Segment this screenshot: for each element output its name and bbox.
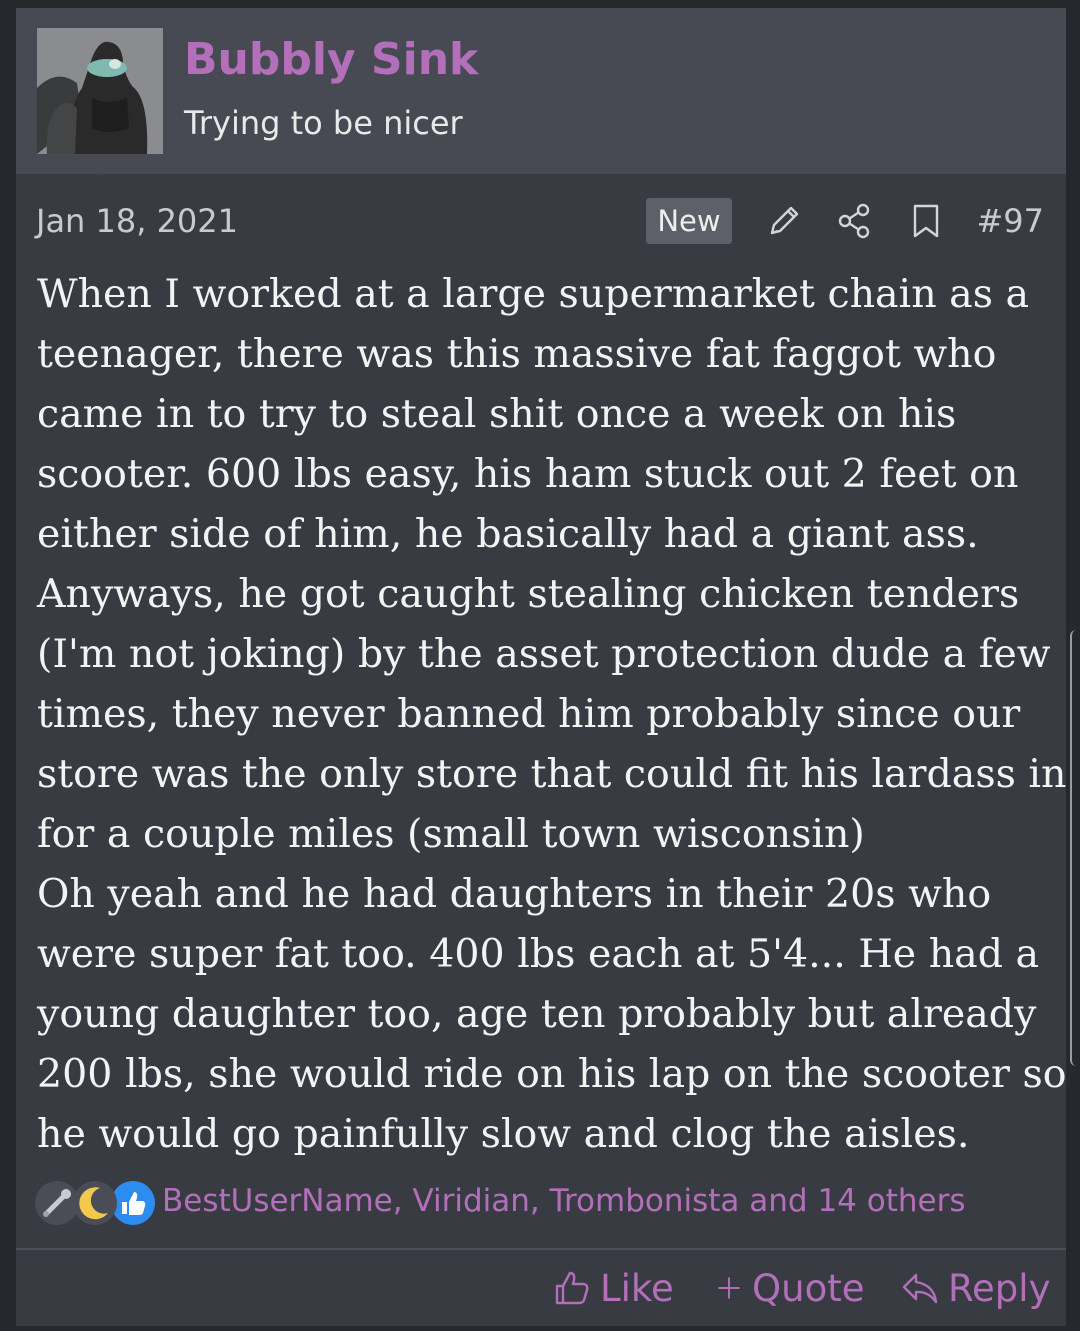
quote-label: Quote bbox=[752, 1266, 865, 1310]
plus-icon bbox=[718, 1277, 740, 1299]
body-line: Oh yeah and he had daughters in their 20… bbox=[37, 871, 992, 917]
post-number[interactable]: #97 bbox=[976, 202, 1044, 240]
reply-icon bbox=[902, 1273, 938, 1304]
body-line: for a couple miles (small town wisconsin… bbox=[37, 811, 865, 857]
scrollbar[interactable] bbox=[1070, 630, 1080, 1066]
like-button[interactable]: Like bbox=[552, 1263, 674, 1313]
quote-button[interactable]: Quote bbox=[714, 1263, 864, 1313]
like-label: Like bbox=[600, 1266, 674, 1310]
reactions-bar[interactable]: BestUserName, Viridian, Trombonista and … bbox=[34, 1178, 1054, 1230]
body-line: Anyways, he got caught stealing chicken … bbox=[37, 571, 1020, 617]
reaction-users[interactable]: BestUserName, Viridian, Trombonista and … bbox=[162, 1183, 966, 1219]
post-body: When I worked at a large supermarket cha… bbox=[37, 264, 1067, 1164]
body-line: young daughter too, age ten probably but… bbox=[37, 991, 1037, 1037]
body-line: came in to try to steal shit once a week… bbox=[37, 391, 957, 437]
body-line: he would go painfully slow and clog the … bbox=[37, 1111, 970, 1157]
new-badge: New bbox=[646, 198, 732, 244]
reply-button[interactable]: Reply bbox=[900, 1263, 1050, 1313]
share-icon[interactable] bbox=[834, 201, 874, 241]
body-line: were super fat too. 400 lbs each at 5'4.… bbox=[37, 931, 1040, 977]
body-line: When I worked at a large supermarket cha… bbox=[37, 271, 1030, 317]
reply-label: Reply bbox=[948, 1266, 1051, 1310]
body-line: teenager, there was this massive fat fag… bbox=[37, 331, 997, 377]
avatar[interactable] bbox=[37, 28, 163, 154]
body-line: (I'm not joking) by the asset protection… bbox=[37, 631, 1051, 677]
thumbs-up-icon bbox=[555, 1271, 589, 1305]
body-line: store was the only store that could fit … bbox=[37, 751, 1067, 797]
author-header: Bubbly Sink Trying to be nicer bbox=[16, 8, 1066, 174]
bookmark-icon[interactable] bbox=[906, 201, 946, 241]
author-arrow bbox=[90, 166, 114, 175]
forum-post: Bubbly Sink Trying to be nicer Jan 18, 2… bbox=[16, 8, 1067, 1326]
footer-divider bbox=[16, 1248, 1066, 1250]
post-date[interactable]: Jan 18, 2021 bbox=[36, 202, 238, 240]
body-line: times, they never banned him probably si… bbox=[37, 691, 1021, 737]
username[interactable]: Bubbly Sink bbox=[184, 34, 478, 85]
wrench-icon bbox=[34, 1180, 80, 1226]
pencil-icon[interactable] bbox=[764, 201, 804, 241]
body-line: scooter. 600 lbs easy, his ham stuck out… bbox=[37, 451, 1019, 497]
body-line: 200 lbs, she would ride on his lap on th… bbox=[37, 1051, 1067, 1097]
body-line: either side of him, he basically had a g… bbox=[37, 511, 979, 557]
user-title: Trying to be nicer bbox=[184, 104, 463, 142]
